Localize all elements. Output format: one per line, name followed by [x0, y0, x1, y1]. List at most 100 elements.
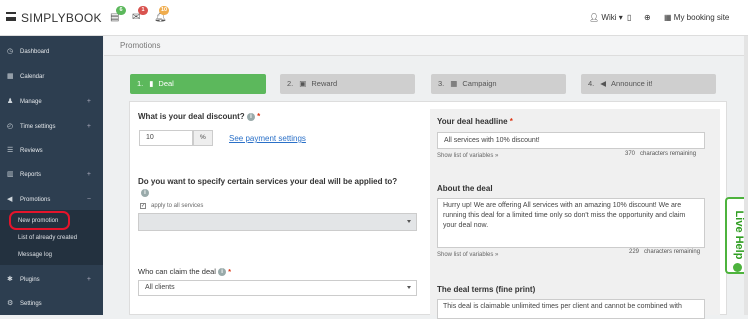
step-campaign[interactable]: 3. ▦ Campaign — [431, 74, 566, 94]
services-label: Do you want to specify certain services … — [138, 177, 398, 186]
mobile-icon[interactable]: ▯ — [627, 11, 631, 25]
booking-site-label: My booking site — [673, 13, 730, 22]
who-claim-select[interactable]: All clients — [138, 280, 417, 296]
step-label: Campaign — [462, 79, 497, 88]
step-number: 1. — [137, 79, 144, 88]
wiki-menu[interactable]: 👤︎ Wiki ▾ — [589, 11, 623, 25]
bookmark-icon: ▮ — [149, 79, 154, 88]
sidebar-item-label: Manage — [20, 99, 42, 105]
user-icon: ♟ — [7, 98, 14, 105]
highlight-ring — [9, 211, 70, 230]
remaining-text: characters remaining — [644, 249, 701, 255]
puzzle-icon: ✱ — [7, 276, 13, 283]
services-select[interactable] — [138, 213, 417, 231]
info-icon[interactable]: i — [246, 112, 255, 121]
step-number: 3. — [438, 79, 445, 88]
megaphone-icon: ◀ — [600, 79, 607, 88]
headline-input[interactable]: All services with 10% discount! — [437, 132, 705, 149]
sidebar-item-label: Time settings — [20, 124, 56, 130]
scrollbar[interactable] — [744, 36, 748, 315]
discount-input[interactable]: 10 — [139, 130, 193, 146]
about-counter: 229 characters remaining — [629, 249, 700, 255]
sidebar-item-manage[interactable]: ♟ Manage + — [0, 92, 103, 112]
percent-addon: % — [193, 130, 213, 146]
sidebar-item-time-settings[interactable]: ◴ Time settings + — [0, 117, 103, 137]
remaining-text: characters remaining — [640, 151, 697, 157]
sidebar-item-label: Plugins — [20, 277, 40, 283]
calendar-icon: ▦ — [450, 79, 458, 88]
calendar-icon: ▦ — [7, 73, 14, 80]
chart-icon: ▥ — [7, 171, 14, 178]
tasks-badge: 6 — [116, 6, 126, 15]
payment-settings-link[interactable]: See payment settings — [229, 134, 306, 143]
expand-icon: + — [86, 276, 91, 283]
step-announce[interactable]: 4. ◀ Announce it! — [581, 74, 716, 94]
about-label: About the deal — [437, 184, 493, 193]
terms-label: The deal terms (fine print) — [437, 285, 536, 294]
breadcrumb: Promotions — [104, 36, 744, 56]
megaphone-icon: ◀ — [7, 196, 13, 203]
who-claim-label: Who can claim the deal i * — [138, 267, 232, 277]
clock-icon: ◴ — [7, 123, 14, 130]
wiki-label: Wiki — [601, 13, 617, 22]
dashboard-icon: ◷ — [7, 48, 14, 55]
expand-icon: + — [86, 171, 91, 178]
sidebar-item-label: Promotions — [20, 197, 51, 203]
show-variables-link[interactable]: Show list of variables » — [437, 153, 498, 159]
headline-remaining: 370 — [625, 151, 636, 157]
expand-icon: + — [86, 98, 91, 105]
step-reward[interactable]: 2. ▣ Reward — [280, 74, 415, 94]
sidebar-item-settings[interactable]: ⚙︎ Settings — [0, 294, 103, 314]
sidebar-item-reports[interactable]: ▥ Reports + — [0, 165, 103, 185]
step-deal[interactable]: 1. ▮ Deal — [130, 74, 266, 94]
sidebar-item-promotions[interactable]: ◀ Promotions − — [0, 190, 103, 210]
sidebar-item-label: Calendar — [20, 74, 45, 80]
chevron-down-icon — [407, 220, 411, 223]
headline-label: Your deal headline * — [437, 117, 513, 126]
chat-icon — [733, 263, 742, 272]
step-label: Reward — [311, 79, 338, 88]
globe-icon[interactable]: ⊕ — [644, 11, 651, 25]
show-variables-link[interactable]: Show list of variables » — [437, 252, 498, 258]
sidebar-item-plugins[interactable]: ✱ Plugins + — [0, 270, 103, 290]
info-icon[interactable]: i — [141, 189, 149, 197]
sidebar-item-label: Settings — [20, 301, 42, 307]
apply-all-checkbox[interactable]: ✓ — [140, 203, 146, 209]
sidebar-item-label: Reports — [20, 172, 42, 178]
discount-label-text: What is your deal discount? — [138, 112, 245, 121]
terms-textarea[interactable]: This deal is claimable unlimited times p… — [437, 299, 705, 319]
comments-icon: ☰ — [7, 147, 14, 154]
sidebar-item-dashboard[interactable]: ◷ Dashboard — [0, 42, 103, 62]
menu-icon[interactable] — [6, 12, 16, 21]
bell-badge: 10 — [159, 6, 170, 15]
sidebar-item-reviews[interactable]: ☰ Reviews — [0, 141, 103, 161]
sidebar-item-label: Dashboard — [20, 49, 50, 55]
expand-icon: + — [86, 123, 91, 130]
sidebar-item-calendar[interactable]: ▦ Calendar — [0, 67, 103, 87]
discount-label: What is your deal discount? i * — [138, 112, 261, 121]
step-number: 2. — [287, 79, 294, 88]
app-logo[interactable]: SIMPLYBOOK — [21, 11, 102, 25]
chevron-down-icon — [407, 286, 411, 289]
submenu-list-created[interactable]: List of already created — [18, 235, 77, 241]
collapse-icon: − — [86, 196, 91, 203]
about-remaining: 229 — [629, 249, 640, 255]
submenu-message-log[interactable]: Message log — [18, 252, 52, 258]
calendar-icon: ▦ — [664, 13, 672, 22]
mail-badge: 1 — [138, 6, 148, 15]
step-label: Deal — [158, 79, 174, 88]
sidebar: ◷ Dashboard ▦ Calendar ♟ Manage + ◴ Time sett… — [0, 36, 103, 315]
about-textarea[interactable]: Hurry up! We are offering All services w… — [437, 198, 705, 248]
info-icon[interactable]: i — [218, 268, 227, 277]
who-claim-label-text: Who can claim the deal — [138, 267, 216, 276]
sidebar-item-label: Reviews — [20, 148, 43, 154]
top-bar: SIMPLYBOOK ▤ 6 ✉ 1 🔔︎ 10 👤︎ Wiki ▾ ▯ ⊕ ▦… — [0, 0, 748, 36]
apply-all-label: apply to all services — [151, 203, 204, 209]
headline-counter: 370 characters remaining — [625, 151, 696, 157]
page-title: Promotions — [120, 41, 161, 50]
step-number: 4. — [588, 79, 595, 88]
user-icon: 👤︎ — [589, 13, 600, 22]
gears-icon: ⚙︎ — [7, 300, 14, 307]
chevron-down-icon: ▾ — [618, 13, 623, 22]
booking-site-link[interactable]: ▦ My booking site — [664, 11, 729, 25]
